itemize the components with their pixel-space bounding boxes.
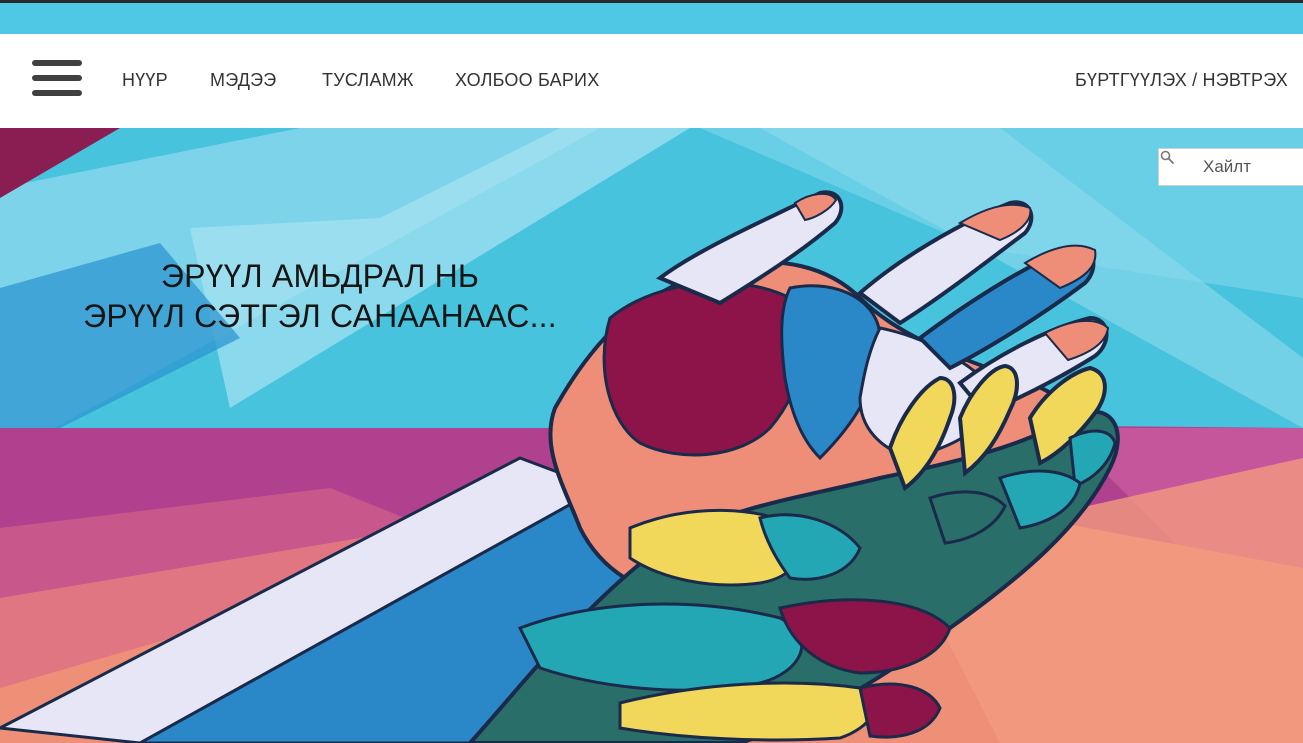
nav-link-news[interactable]: МЭДЭЭ	[210, 70, 276, 91]
hands-mural-image	[0, 128, 1303, 743]
browser-viewport: НҮҮР МЭДЭЭ ТУСЛАМЖ ХОЛБОО БАРИХ БҮРТГҮҮЛ…	[0, 0, 1303, 743]
nav-link-help[interactable]: ТУСЛАМЖ	[322, 70, 414, 91]
nav-link-contact[interactable]: ХОЛБОО БАРИХ	[455, 70, 599, 91]
search-icon[interactable]	[1159, 149, 1175, 165]
hamburger-menu-icon[interactable]	[30, 56, 84, 102]
register-login-link[interactable]: БҮРТГҮҮЛЭХ / НЭВТРЭХ	[1075, 70, 1288, 91]
nav-link-home[interactable]: НҮҮР	[122, 70, 168, 91]
search-input[interactable]	[1159, 149, 1279, 185]
top-accent-bar	[0, 0, 1303, 34]
hero-headline-line-2: ЭРҮҮЛ СЭТГЭЛ САНААНААС...	[83, 298, 557, 334]
navbar: НҮҮР МЭДЭЭ ТУСЛАМЖ ХОЛБОО БАРИХ БҮРТГҮҮЛ…	[0, 34, 1303, 128]
search-box	[1158, 148, 1303, 186]
hero-banner: ЭРҮҮЛ АМЬДРАЛ НЬ ЭРҮҮЛ СЭТГЭЛ САНААНААС.…	[0, 128, 1303, 743]
hero-headline: ЭРҮҮЛ АМЬДРАЛ НЬ ЭРҮҮЛ СЭТГЭЛ САНААНААС.…	[60, 256, 580, 336]
hero-headline-line-1: ЭРҮҮЛ АМЬДРАЛ НЬ	[160, 258, 480, 294]
